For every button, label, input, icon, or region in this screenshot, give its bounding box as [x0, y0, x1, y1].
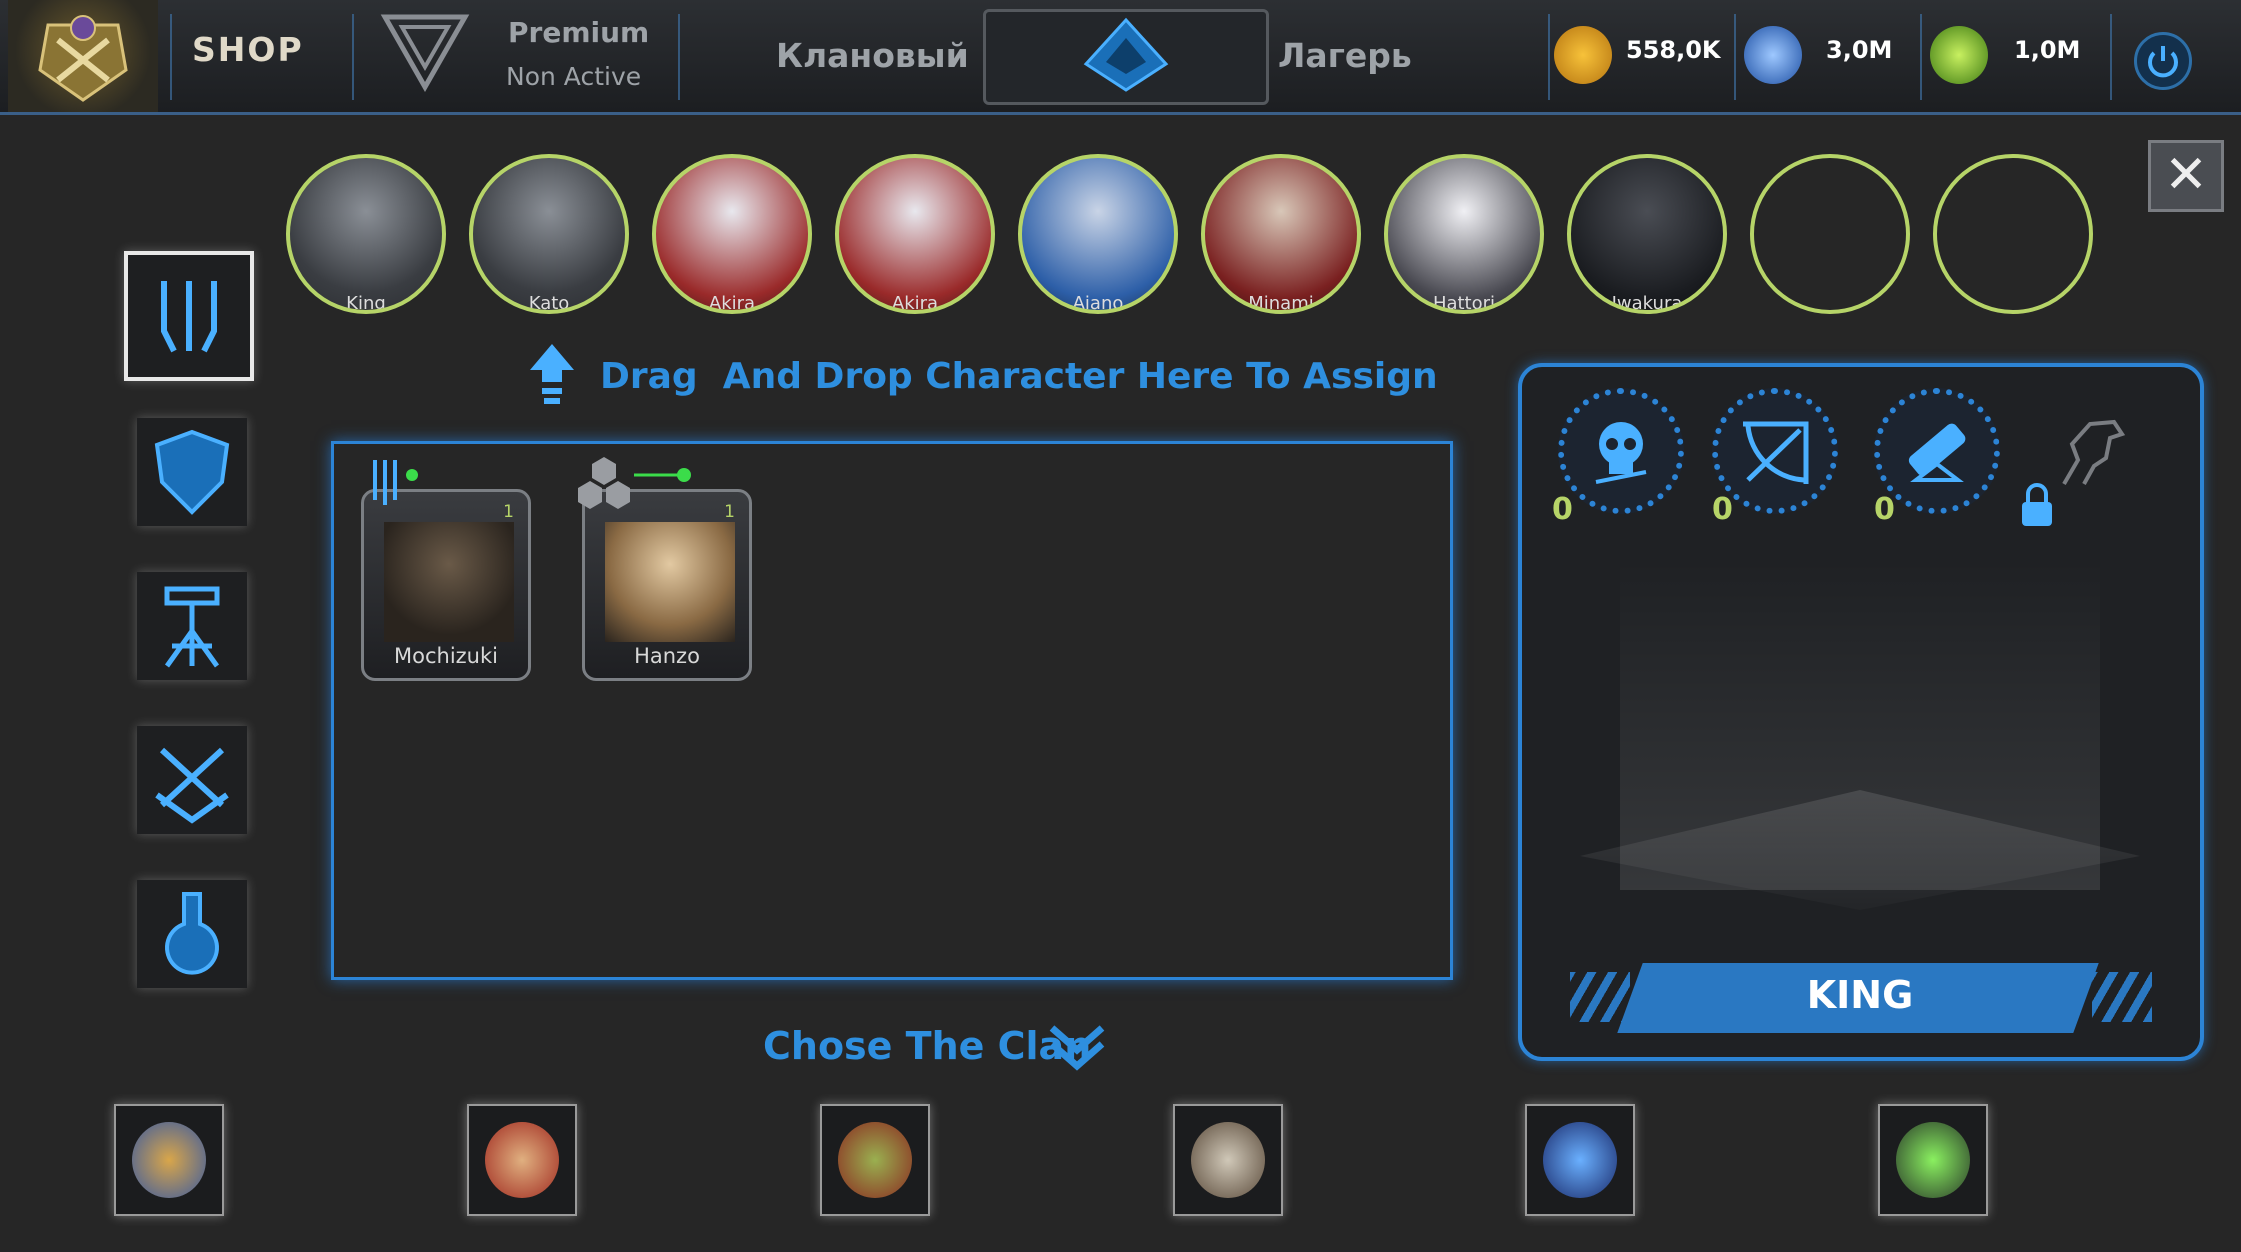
- stat-crossbow-value: 0: [1712, 492, 1733, 527]
- lock-icon: [2022, 483, 2052, 526]
- hex-cluster-icon: [578, 457, 691, 509]
- power-icon: [2148, 46, 2178, 78]
- hero-name: Akira: [891, 293, 939, 314]
- hero-slot-minami[interactable]: Minami: [1201, 154, 1361, 314]
- clan-button-spartan[interactable]: [467, 1104, 577, 1216]
- hero-slot-aiano[interactable]: Aiano: [1018, 154, 1178, 314]
- tab-clan[interactable]: Клановый: [776, 36, 969, 75]
- banner-stripes-left: [1570, 972, 1630, 1022]
- hero-name: Minami: [1248, 293, 1314, 314]
- card-level: 1: [724, 502, 735, 522]
- side-menu-ranged[interactable]: [137, 572, 247, 680]
- hero-name: Aiano: [1072, 293, 1124, 314]
- clan-button-hooded[interactable]: [1525, 1104, 1635, 1216]
- spartan-clan-icon: [485, 1122, 559, 1198]
- clan-button-zombie[interactable]: [1878, 1104, 1988, 1216]
- top-bar: SHOP Premium Non Active Клановый Лагерь …: [0, 0, 2241, 115]
- potion-flask-icon: [165, 892, 219, 975]
- premium-status: Non Active: [506, 62, 642, 91]
- hooded-clan-icon: [1543, 1122, 1617, 1198]
- card-name: Hanzo: [634, 644, 700, 668]
- clan-button-dwarf[interactable]: [114, 1104, 224, 1216]
- blue-diamond-icon: [1083, 17, 1169, 92]
- hero-slot-iwakura[interactable]: Iwakura: [1567, 154, 1727, 314]
- side-menu-alchemy[interactable]: [137, 880, 247, 988]
- choose-clan-label: Chose The Clan: [763, 1024, 1092, 1068]
- hero-slot-empty[interactable]: [1750, 154, 1910, 314]
- tab-camp[interactable]: Лагерь: [1278, 36, 1412, 75]
- tab-center-emblem[interactable]: [983, 9, 1269, 105]
- gear-amount: 1,0M: [2014, 36, 2081, 64]
- character-portrait: [384, 522, 514, 642]
- ballista-icon: [164, 586, 220, 668]
- card-name: Mochizuki: [394, 644, 498, 668]
- hero-slot-akira[interactable]: Akira: [652, 154, 812, 314]
- goblin-clan-icon: [838, 1122, 912, 1198]
- clan-button-viking[interactable]: [1173, 1104, 1283, 1216]
- side-menu-spears[interactable]: [124, 251, 254, 381]
- character-portrait: [605, 522, 735, 642]
- trident-icon: [161, 281, 217, 353]
- hero-name: Akira: [708, 293, 756, 314]
- viking-clan-icon: [1191, 1122, 1265, 1198]
- side-menu-defense[interactable]: [137, 418, 247, 526]
- clan-button-goblin[interactable]: [820, 1104, 930, 1216]
- dwarf-clan-icon: [132, 1122, 206, 1198]
- stat-skull[interactable]: [1558, 388, 1684, 514]
- side-menu-combat[interactable]: [137, 726, 247, 834]
- power-button[interactable]: [2134, 32, 2192, 90]
- crossbow-icon: [1743, 421, 1809, 484]
- gold-skull-coin-icon: [1554, 26, 1612, 84]
- cannon-icon: [1908, 423, 1966, 482]
- hero-name: Hattori: [1432, 293, 1496, 314]
- banner-stripes-right: [2092, 972, 2152, 1022]
- zombie-clan-icon: [1896, 1122, 1970, 1198]
- close-button[interactable]: ✕: [2148, 140, 2224, 212]
- assigned-card-mochizuki[interactable]: 1 Mochizuki: [361, 489, 531, 681]
- premium-label: Premium: [508, 16, 650, 49]
- drag-drop-hint: Drag And Drop Character Here To Assign: [600, 356, 1438, 397]
- selected-character-name: KING: [1806, 973, 1914, 1017]
- hero-slot-akira-2[interactable]: Akira: [835, 154, 995, 314]
- stat-cannon-value: 0: [1874, 492, 1895, 527]
- hero-name: Kato: [528, 293, 570, 314]
- assigned-card-hanzo[interactable]: 1 Hanzo: [582, 489, 752, 681]
- skull-icon: [1595, 422, 1647, 484]
- green-gear-icon: [1930, 26, 1988, 84]
- hero-slot-king[interactable]: King: [286, 154, 446, 314]
- stat-skull-value: 0: [1552, 492, 1573, 527]
- crossed-swords-icon: [155, 747, 229, 824]
- shop-button[interactable]: SHOP: [192, 30, 304, 69]
- premium-emblem-icon[interactable]: [380, 12, 470, 92]
- clan-crest-logo[interactable]: [8, 0, 158, 112]
- hero-slot-hattori[interactable]: Hattori: [1384, 154, 1544, 314]
- trident-icon: [373, 460, 418, 505]
- horse-icon[interactable]: [2054, 414, 2128, 490]
- hero-slot-kato[interactable]: Kato: [469, 154, 629, 314]
- blue-crystal-icon: [1744, 26, 1802, 84]
- hero-slot-empty[interactable]: [1933, 154, 2093, 314]
- card-level: 1: [503, 502, 514, 522]
- hero-name: Iwakura: [1611, 293, 1683, 314]
- hero-name: King: [346, 293, 386, 314]
- shield-icon: [154, 429, 230, 515]
- crystal-amount: 3,0M: [1826, 36, 1893, 64]
- chevron-down-icon[interactable]: [1048, 1022, 1106, 1074]
- up-arrow-icon: [530, 344, 574, 404]
- gold-amount: 558,0K: [1626, 36, 1721, 64]
- close-icon: ✕: [2164, 145, 2208, 205]
